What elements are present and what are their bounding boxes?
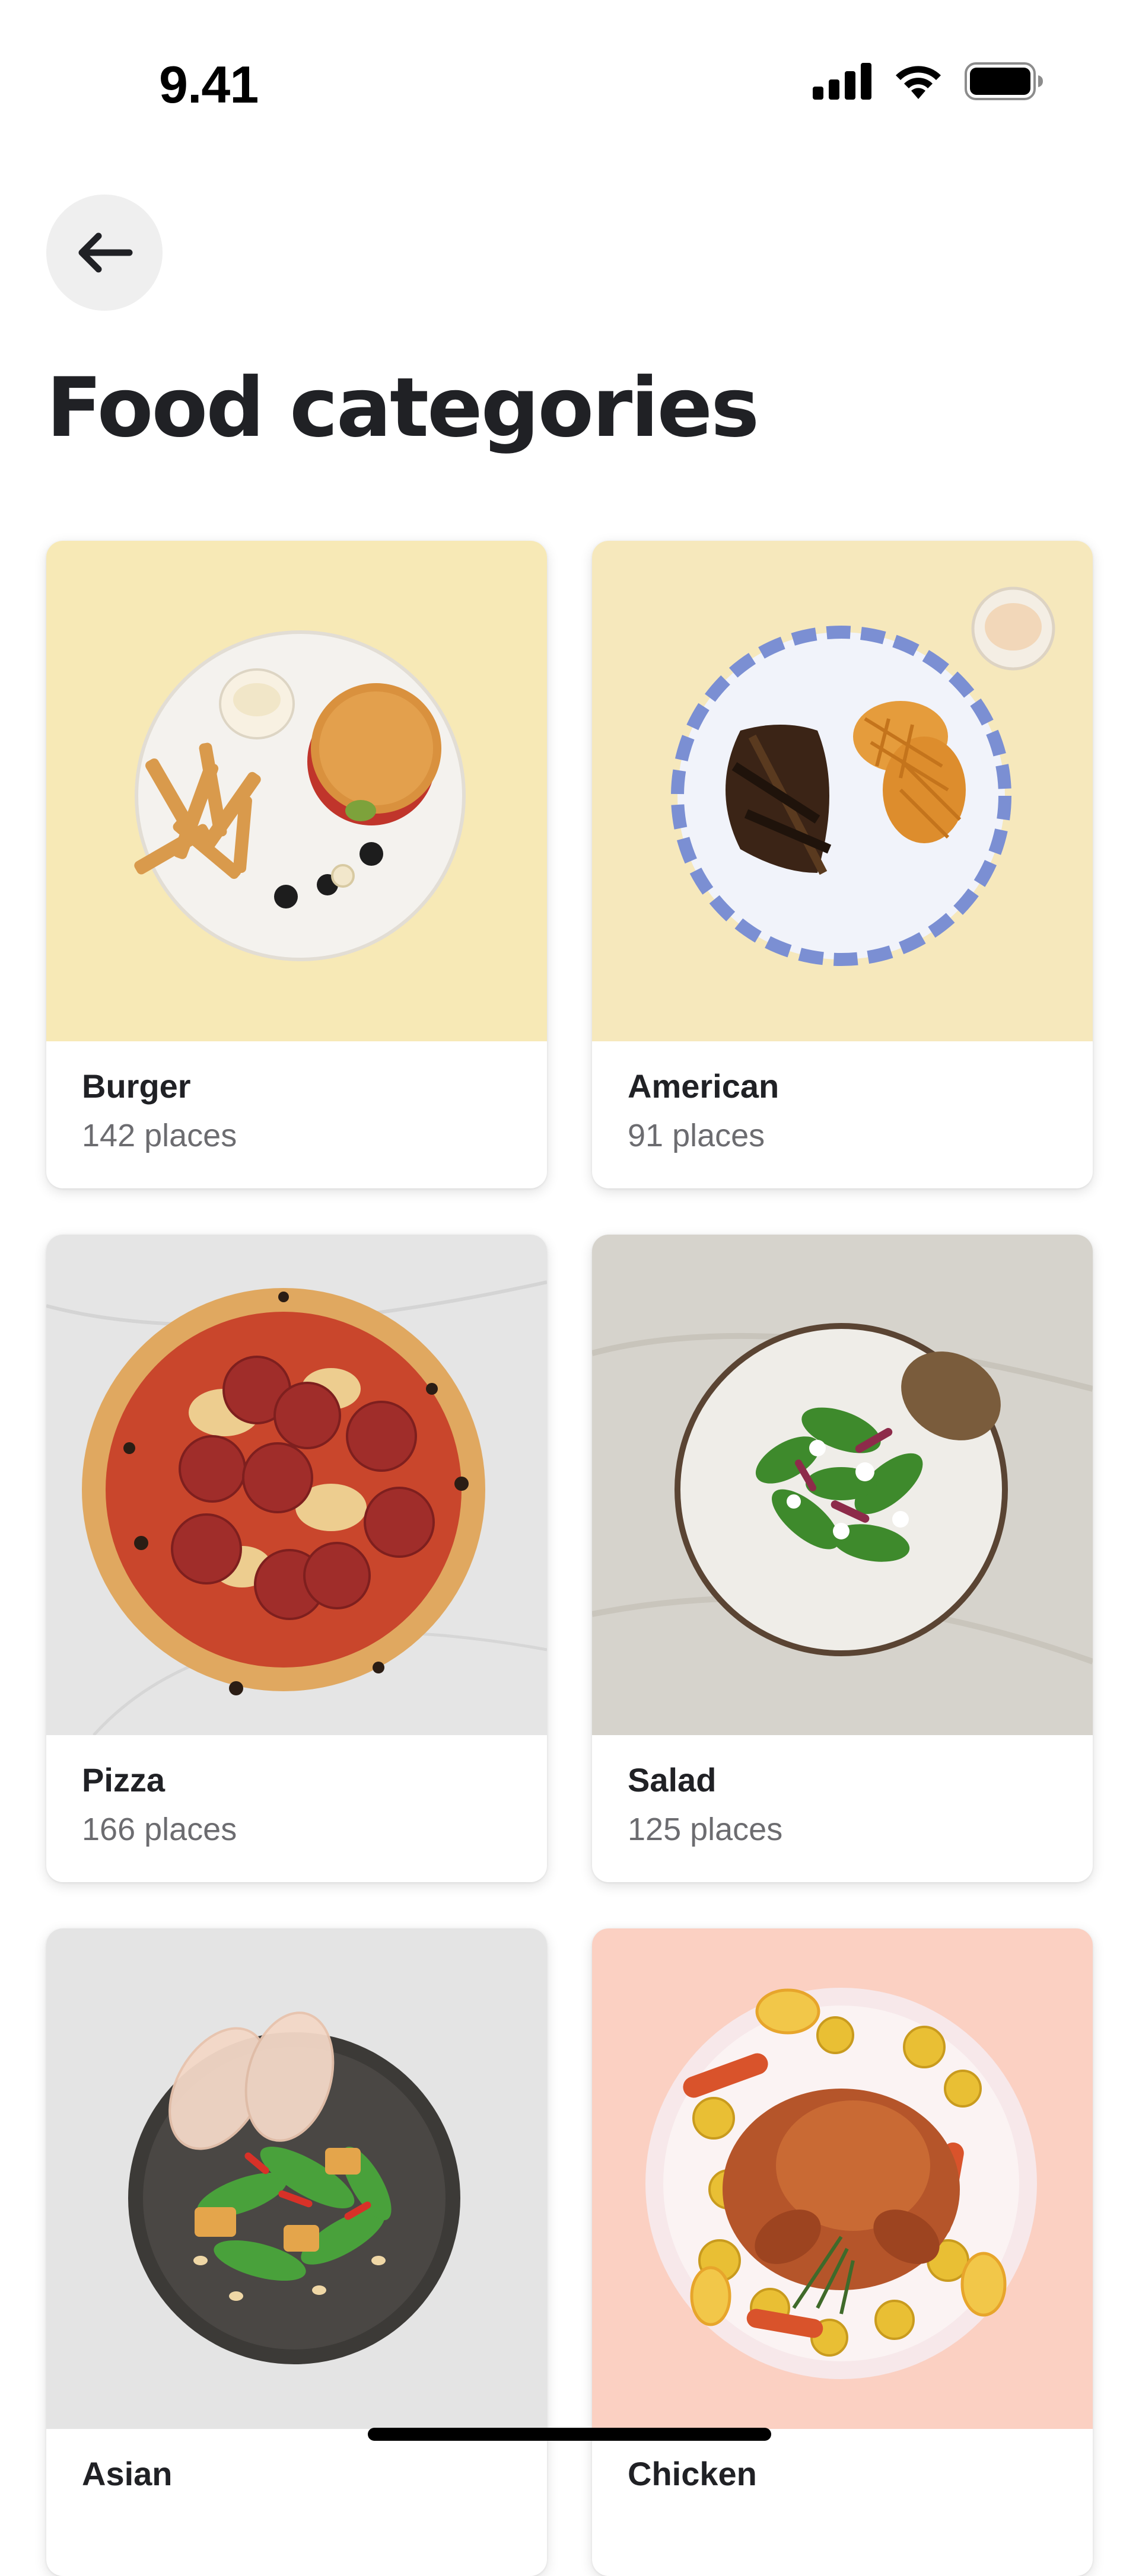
- category-card-chicken[interactable]: Chicken: [592, 1928, 1093, 2576]
- category-card-pizza[interactable]: Pizza 166 places: [46, 1235, 547, 1882]
- battery-icon: [965, 62, 1043, 100]
- card-info: Pizza 166 places: [46, 1735, 547, 1848]
- category-card-asian[interactable]: Asian: [46, 1928, 547, 2576]
- card-info: American 91 places: [592, 1041, 1093, 1154]
- category-image-american: [592, 541, 1093, 1041]
- category-name: Burger: [82, 1067, 191, 1105]
- category-name: Chicken: [628, 2455, 757, 2492]
- card-info: Burger 142 places: [46, 1041, 547, 1154]
- category-image-chicken: [592, 1928, 1093, 2429]
- category-card-burger[interactable]: Burger 142 places: [46, 541, 547, 1188]
- home-indicator[interactable]: [368, 2428, 771, 2441]
- page-title: Food categories: [46, 360, 759, 455]
- category-name: Salad: [628, 1761, 717, 1799]
- status-bar: 9.41: [0, 0, 1139, 166]
- category-image-pizza: [46, 1235, 547, 1735]
- wifi-icon: [896, 66, 941, 99]
- card-info: Salad 125 places: [592, 1735, 1093, 1848]
- category-card-american[interactable]: American 91 places: [592, 541, 1093, 1188]
- back-button[interactable]: [46, 195, 163, 311]
- category-name: Asian: [82, 2455, 173, 2492]
- category-image-salad: [592, 1235, 1093, 1735]
- category-count: 125 places: [628, 1812, 783, 1848]
- status-time: 9.41: [159, 55, 259, 114]
- category-card-salad[interactable]: Salad 125 places: [592, 1235, 1093, 1882]
- category-count: 91 places: [628, 1118, 765, 1154]
- category-image-asian: [46, 1928, 547, 2429]
- category-name: Pizza: [82, 1761, 166, 1799]
- category-count: 142 places: [82, 1118, 237, 1154]
- category-grid: Burger 142 places American 91 places Piz…: [46, 541, 1093, 2576]
- arrow-left-icon: [78, 232, 133, 273]
- category-image-burger: [46, 541, 547, 1041]
- signal-icon: [813, 63, 871, 100]
- category-count: 166 places: [82, 1812, 237, 1848]
- status-icons: [813, 62, 1044, 100]
- category-name: American: [628, 1067, 780, 1105]
